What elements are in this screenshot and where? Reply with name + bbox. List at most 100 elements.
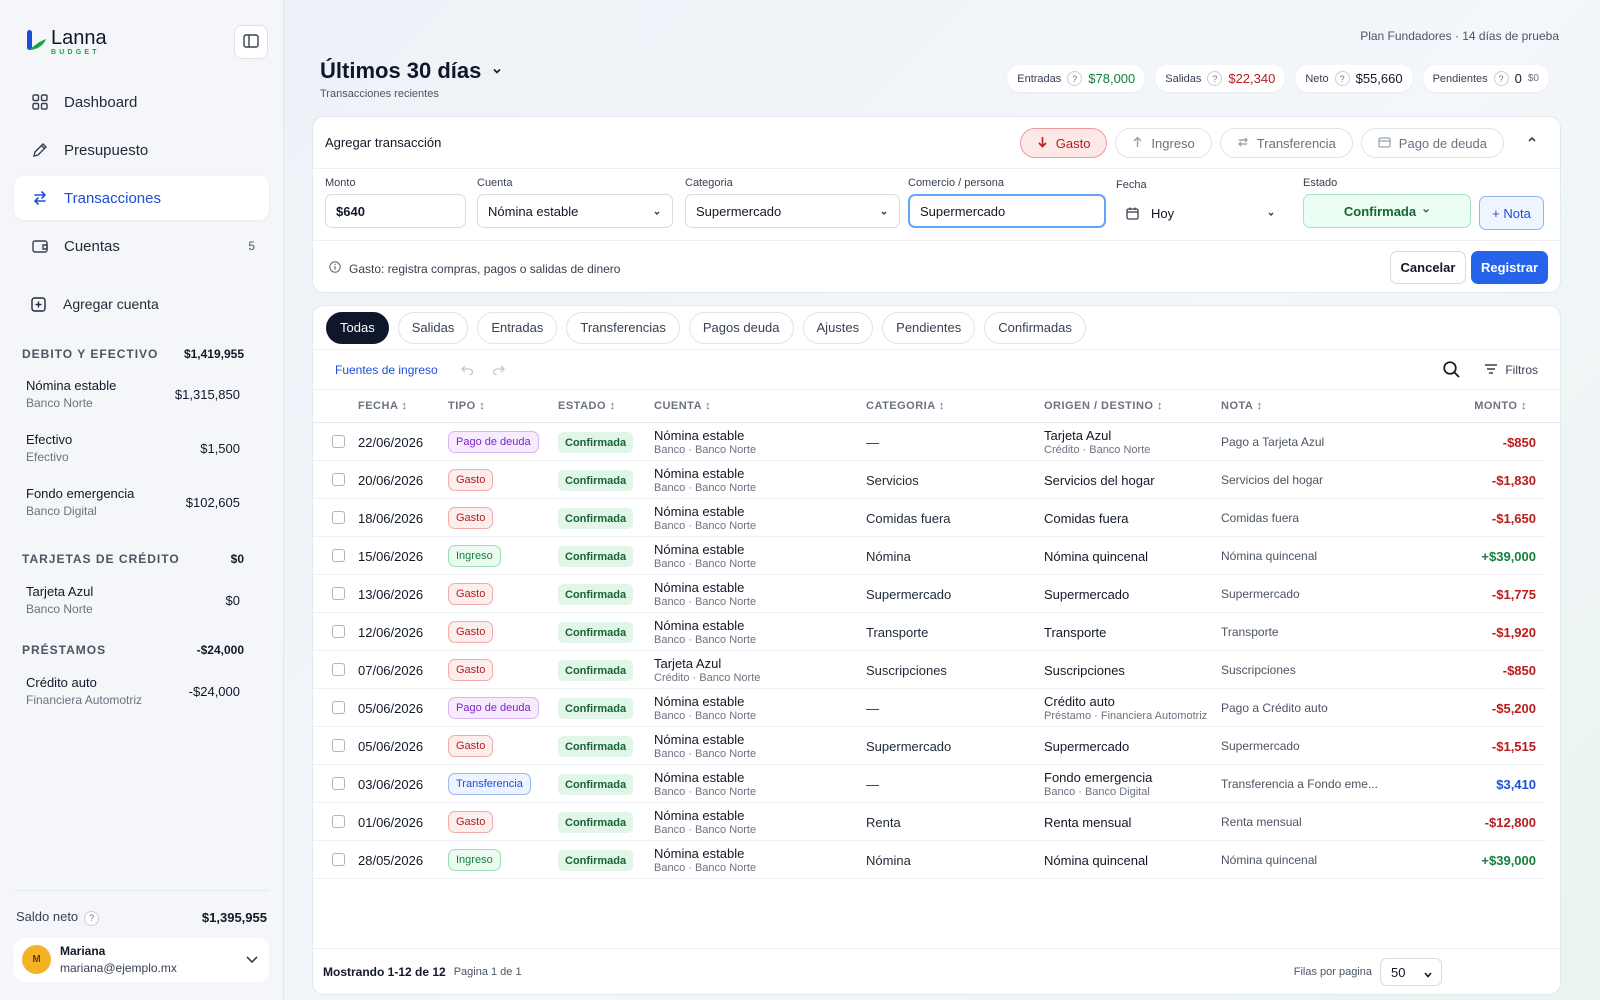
account-name: Nómina estable xyxy=(654,580,745,595)
redo-icon[interactable] xyxy=(492,363,505,378)
col-origen-destino[interactable]: ORIGEN / DESTINO ↕ xyxy=(1044,400,1163,412)
help-icon[interactable]: ? xyxy=(84,910,100,926)
col-cuenta[interactable]: CUENTA ↕ xyxy=(654,400,711,412)
tab-ajustes[interactable]: Ajustes xyxy=(802,311,874,344)
search-icon[interactable] xyxy=(1443,361,1460,381)
tab-pagos-deuda[interactable]: Pagos deuda xyxy=(688,311,794,344)
status-badge: Confirmada xyxy=(558,622,634,643)
cuenta-select[interactable]: Nómina estable xyxy=(477,194,673,228)
account-name: Nómina estable xyxy=(654,770,745,785)
table-row[interactable]: 20/06/2026 Gasto Confirmada Nómina estable B… xyxy=(313,461,1546,499)
type-ingreso-button[interactable]: Ingreso xyxy=(1115,128,1212,158)
type-pago-deuda-button[interactable]: Pago de deuda xyxy=(1360,128,1504,158)
row-checkbox[interactable] xyxy=(332,777,345,790)
table-row[interactable]: 01/06/2026 Gasto Confirmada Nómina estable B… xyxy=(313,803,1546,841)
chevron-up-icon[interactable] xyxy=(1526,133,1538,148)
pencil-icon xyxy=(31,141,49,159)
tab-confirmadas[interactable]: Confirmadas xyxy=(984,311,1086,344)
table-row[interactable]: 07/06/2026 Gasto Confirmada Tarjeta Azul Cré… xyxy=(313,651,1546,689)
col-estado[interactable]: ESTADO ↕ xyxy=(558,400,616,412)
col-fecha[interactable]: FECHA ↕ xyxy=(358,400,408,412)
register-button[interactable]: Registrar xyxy=(1471,251,1548,284)
row-checkbox[interactable] xyxy=(332,625,345,638)
user-menu[interactable]: M Mariana mariana@ejemplo.mx xyxy=(14,937,269,982)
row-amount: -$850 xyxy=(1502,663,1536,678)
sidebar-item-transacciones[interactable]: Transacciones xyxy=(14,176,269,220)
undo-icon[interactable] xyxy=(461,363,474,378)
row-amount: -$1,515 xyxy=(1491,739,1536,754)
monto-label: Monto xyxy=(325,177,356,189)
account-name: Nómina estable xyxy=(654,808,745,823)
row-checkbox[interactable] xyxy=(332,435,345,448)
tab-salidas[interactable]: Salidas xyxy=(397,311,469,344)
row-account: Nómina estable Banco · Banco Norte xyxy=(654,808,756,836)
section-prestamos: PRÉSTAMOS -$24,000 Crédito auto Financiera… xyxy=(22,643,244,707)
add-note-button[interactable]: + Nota xyxy=(1479,196,1544,230)
estado-label: Estado xyxy=(1303,177,1338,189)
income-sources-link[interactable]: Fuentes de ingreso xyxy=(335,363,438,377)
row-checkbox[interactable] xyxy=(332,549,345,562)
tab-transferencias[interactable]: Transferencias xyxy=(566,311,680,344)
col-tipo[interactable]: TIPO ↕ xyxy=(448,400,485,412)
estado-select[interactable]: Confirmada xyxy=(1303,194,1471,228)
account-item[interactable]: Efectivo Efectivo $1,500 xyxy=(22,432,244,464)
status-badge: Confirmada xyxy=(558,812,634,833)
add-account-button[interactable]: Agregar cuenta xyxy=(31,296,159,312)
tab-pendientes[interactable]: Pendientes xyxy=(882,311,976,344)
filters-button[interactable]: Filtros xyxy=(1485,363,1538,377)
row-checkbox[interactable] xyxy=(332,473,345,486)
comercio-input[interactable]: Supermercado xyxy=(908,194,1106,228)
collapse-sidebar-button[interactable] xyxy=(234,25,268,59)
tab-entradas[interactable]: Entradas xyxy=(477,311,558,344)
table-row[interactable]: 18/06/2026 Gasto Confirmada Nómina estable B… xyxy=(313,499,1546,537)
sidebar-item-dashboard[interactable]: Dashboard xyxy=(14,80,269,124)
help-icon[interactable]: ? xyxy=(1493,71,1509,86)
account-item[interactable]: Fondo emergencia Banco Digital $102,605 xyxy=(22,486,244,518)
help-icon[interactable]: ? xyxy=(1334,71,1350,86)
accounts-count: 5 xyxy=(248,239,255,253)
logo: Lanna BUDGET xyxy=(25,27,107,56)
row-checkbox[interactable] xyxy=(332,511,345,524)
fecha-select[interactable]: Hoy xyxy=(1116,196,1286,230)
type-transferencia-button[interactable]: Transferencia xyxy=(1219,128,1353,158)
estado-value: Confirmada xyxy=(1343,203,1417,219)
help-icon[interactable]: ? xyxy=(1067,71,1083,86)
table-row[interactable]: 15/06/2026 Ingreso Confirmada Nómina establ… xyxy=(313,537,1546,575)
row-checkbox[interactable] xyxy=(332,587,345,600)
sidebar-item-presupuesto[interactable]: Presupuesto xyxy=(14,128,269,172)
account-item[interactable]: Crédito auto Financiera Automotriz -$24,0… xyxy=(22,675,244,707)
row-date: 20/06/2026 xyxy=(358,473,424,488)
account-detail: Banco · Banco Norte xyxy=(654,634,757,646)
table-row[interactable]: 28/05/2026 Ingreso Confirmada Nómina establ… xyxy=(313,841,1546,879)
row-category: Servicios xyxy=(866,473,919,488)
tab-todas[interactable]: Todas xyxy=(326,311,389,344)
period-selector[interactable]: Últimos 30 días xyxy=(320,58,503,84)
table-row[interactable]: 13/06/2026 Gasto Confirmada Nómina estable B… xyxy=(313,575,1546,613)
help-icon[interactable]: ? xyxy=(1207,71,1223,86)
monto-input[interactable]: $640 xyxy=(325,194,466,228)
col-nota[interactable]: NOTA ↕ xyxy=(1221,400,1263,412)
section-total: $0 xyxy=(230,552,244,566)
row-checkbox[interactable] xyxy=(332,739,345,752)
table-row[interactable]: 03/06/2026 Transferencia Confirmada Nómina … xyxy=(313,765,1546,803)
col-categoria[interactable]: CATEGORIA ↕ xyxy=(866,400,945,412)
table-row[interactable]: 05/06/2026 Gasto Confirmada Nómina estable B… xyxy=(313,727,1546,765)
rows-per-page-select[interactable]: 50 xyxy=(1380,958,1442,986)
col-monto[interactable]: MONTO ↕ xyxy=(1474,400,1527,412)
row-checkbox[interactable] xyxy=(332,815,345,828)
account-detail: Banco · Banco Norte xyxy=(654,824,757,836)
cancel-button[interactable]: Cancelar xyxy=(1390,251,1466,284)
table-row[interactable]: 22/06/2026 Pago de deuda Confirmada Nómina … xyxy=(313,423,1546,461)
row-date: 15/06/2026 xyxy=(358,549,424,564)
sidebar-item-cuentas[interactable]: Cuentas 5 xyxy=(14,224,269,268)
account-item[interactable]: Tarjeta Azul Banco Norte $0 xyxy=(22,584,244,616)
row-checkbox[interactable] xyxy=(332,663,345,676)
table-row[interactable]: 05/06/2026 Pago de deuda Confirmada Nómina … xyxy=(313,689,1546,727)
account-item[interactable]: Nómina estable Banco Norte $1,315,850 xyxy=(22,378,244,410)
table-row[interactable]: 12/06/2026 Gasto Confirmada Nómina estable B… xyxy=(313,613,1546,651)
categoria-select[interactable]: Supermercado xyxy=(685,194,900,228)
row-checkbox[interactable] xyxy=(332,853,345,866)
row-checkbox[interactable] xyxy=(332,701,345,714)
type-gasto-button[interactable]: Gasto xyxy=(1019,128,1108,158)
account-balance: $1,315,850 xyxy=(174,386,240,402)
